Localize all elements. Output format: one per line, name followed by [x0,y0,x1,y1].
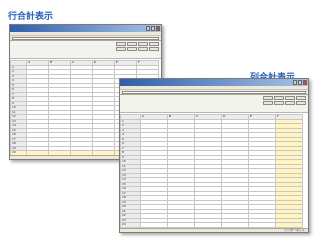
function-button[interactable] [263,96,273,100]
table-cell[interactable] [248,222,276,228]
maximize-icon[interactable] [298,80,302,85]
app-toolbar [120,95,308,113]
function-buttons [116,42,159,51]
function-button[interactable] [296,101,306,105]
function-buttons [263,96,306,105]
window-titlebar[interactable] [10,25,161,32]
function-button[interactable] [116,47,126,51]
function-button[interactable] [285,101,295,105]
spreadsheet-grid[interactable]: A B C D E F 1 2 3 4 5 6 7 8 9 10 11 12 13 14 15 16 17 18 19 20 21 2… [120,114,308,228]
close-icon[interactable] [303,80,307,85]
function-button[interactable] [138,42,148,46]
table-cell[interactable] [275,222,303,228]
function-button[interactable] [116,42,126,46]
function-button[interactable] [127,47,137,51]
table-cell[interactable] [194,222,222,228]
function-button[interactable] [263,101,273,105]
function-button[interactable] [274,101,284,105]
app-toolbar [10,41,161,59]
table-cell[interactable] [140,222,168,228]
maximize-icon[interactable] [151,26,155,31]
data-table: A B C D E F 1 2 3 4 5 6 7 8 9 10 11 12 13 14 15 16 17 18 19 20 21 2… [120,114,303,228]
table-cell[interactable] [221,222,249,228]
status-zone: インターネット [283,228,305,232]
function-button[interactable] [274,96,284,100]
column-total-window: A B C D E F 1 2 3 4 5 6 7 8 9 10 11 12 13 14 15 16 17 18 19 20 21 2… [119,78,309,233]
function-button[interactable] [138,47,148,51]
status-bar: インターネット [120,228,308,232]
minimize-icon[interactable] [146,26,150,31]
function-button[interactable] [296,96,306,100]
function-button[interactable] [149,47,159,51]
window-titlebar[interactable] [120,79,308,86]
function-button[interactable] [127,42,137,46]
close-icon[interactable] [156,26,160,31]
function-button[interactable] [285,96,295,100]
row-total-heading: 行合計表示 [8,12,54,22]
address-field[interactable] [122,90,306,94]
address-field[interactable] [12,36,159,40]
minimize-icon[interactable] [293,80,297,85]
table-row[interactable]: 24 [120,222,303,228]
function-button[interactable] [149,42,159,46]
table-cell[interactable] [167,222,195,228]
row-header: 24 [120,222,141,228]
